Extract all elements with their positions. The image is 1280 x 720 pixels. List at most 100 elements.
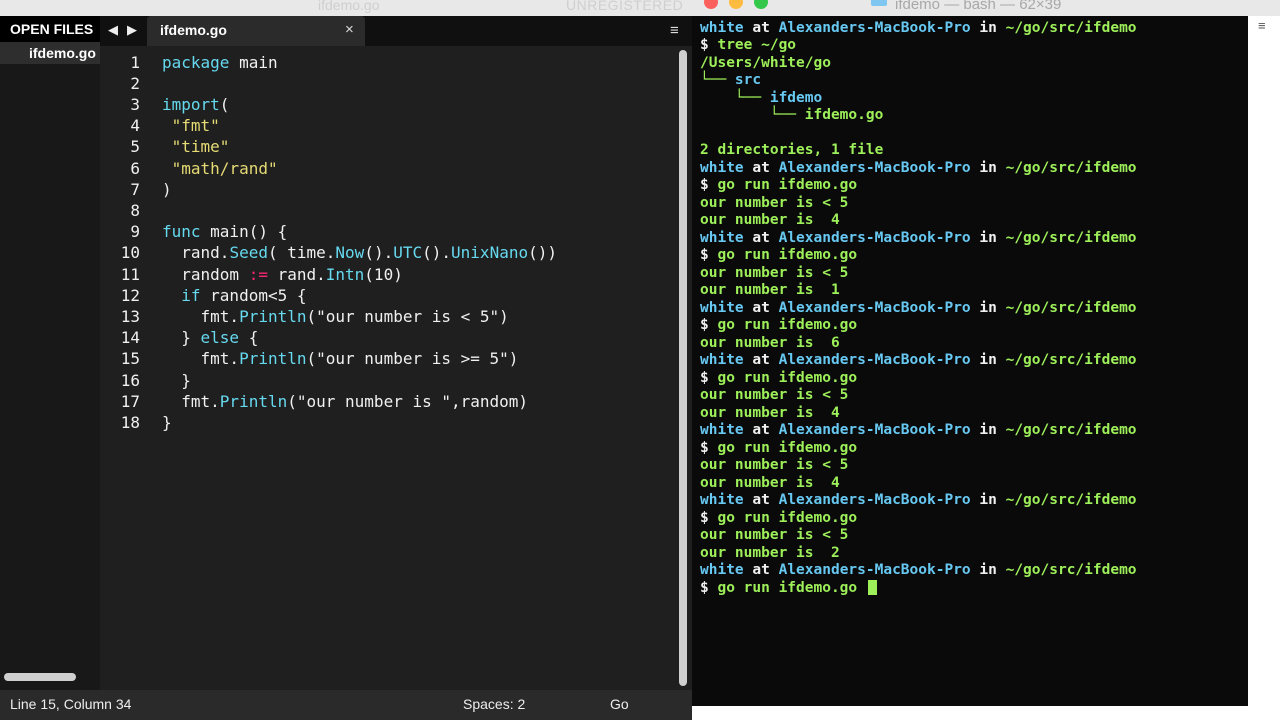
prompt-user: white [700,19,744,36]
command-text: go run ifdemo.go [717,247,858,263]
prompt-user: white [700,492,744,508]
prompt-in: in [979,19,997,36]
code-line[interactable]: fmt.Println("our number is ",random) [162,391,528,412]
terminal-cursor[interactable] [867,580,877,595]
terminal-line: our number is 6 [700,335,840,353]
indentation-setting[interactable]: Spaces: 2 [463,696,525,712]
sidebar-file-item[interactable]: ifdemo.go [0,42,100,64]
terminal-line: └── ifdemo.go [700,107,884,125]
code-line[interactable]: "time" [162,136,230,157]
code-line[interactable]: ) [162,179,172,200]
prompt-path: ~/go/src/ifdemo [1005,422,1137,438]
prompt-user: white [700,229,744,246]
code-token: (10) [364,264,403,284]
command-text: go run ifdemo.go [717,317,858,333]
code-token: (). [422,243,452,263]
command-text: go run ifdemo.go [717,509,858,526]
terminal-title: ifdemo — bash — 62×39 [895,0,1062,13]
terminal-line: $ go run ifdemo.go [700,370,857,388]
code-line[interactable]: package main [162,52,278,73]
nav-forward-icon[interactable]: ▶ [127,22,137,38]
code-line[interactable]: random := rand.Intn(10) [162,264,403,285]
line-number: 8 [130,200,140,220]
code-line[interactable]: if random<5 { [162,285,306,306]
prompt-in: in [979,352,997,368]
code-token: Seed [229,243,268,263]
prompt-host: Alexanders-MacBook-Pro [778,229,971,246]
tab-ifdemo-go[interactable]: ifdemo.go × [147,16,365,46]
prompt-user: white [700,159,744,176]
sidebar-scrollbar[interactable] [4,673,76,681]
output-text: our number is 6 [700,334,840,351]
line-number-gutter: 1 2 3 4 5 6 7 8 9 10 11 12 13 14 15 16 17 18 [100,46,156,690]
terminal-line: $ go run ifdemo.go [700,317,857,335]
unregistered-label: UNREGISTERED [566,0,684,13]
terminal-line: $ go run ifdemo.go [700,177,857,195]
terminal-line: our number is 4 [700,405,840,423]
code-token: } [162,412,172,432]
line-number: 13 [120,306,140,326]
code-line[interactable]: rand.Seed( time.Now().UTC().UnixNano()) [162,242,557,263]
nav-back-icon[interactable]: ◀ [108,22,118,38]
code-line[interactable]: } [162,370,191,391]
terminal-line: white at Alexanders-MacBook-Pro in ~/go/… [700,160,1137,178]
code-token: else [200,328,240,348]
prompt-host: Alexanders-MacBook-Pro [778,19,971,36]
code-token: } [162,328,201,348]
menu-icon[interactable]: ≡ [670,22,679,39]
code-token: import [162,94,220,114]
code-token: "time" [171,137,230,157]
code-token: ()) [528,243,557,263]
cursor-position[interactable]: Line 15, Column 34 [10,696,131,712]
code-line[interactable]: } else { [162,327,258,348]
code-line[interactable]: "math/rand" [162,158,278,179]
code-token: rand. [162,243,230,263]
prompt-in: in [979,562,997,578]
close-icon[interactable]: × [345,21,354,38]
code-line[interactable]: "fmt" [162,115,220,136]
prompt-at: at [752,562,770,578]
line-number: 5 [130,137,140,157]
terminal-line: $ go run ifdemo.go [700,580,877,598]
zoom-window-button[interactable] [754,0,768,9]
code-area[interactable]: package main import( "fmt" "time" "math/r… [156,46,676,690]
terminal-line: white at Alexanders-MacBook-Pro in ~/go/… [700,230,1137,248]
code-token: ) [162,179,172,199]
prompt-path: ~/go/src/ifdemo [1005,492,1137,508]
line-number: 3 [130,94,140,114]
output-text: our number is 4 [700,212,840,228]
prompt-host: Alexanders-MacBook-Pro [778,299,971,316]
prompt-in: in [979,229,997,246]
line-number: 11 [120,264,140,284]
prompt-at: at [752,159,770,176]
code-token: Println [239,306,307,326]
code-line[interactable]: import( [162,94,229,115]
prompt-at: at [752,229,770,246]
close-window-button[interactable] [704,0,718,9]
code-line[interactable]: fmt.Println("our number is < 5") [162,306,509,327]
prompt-dollar: $ [700,37,718,53]
code-token: { [239,328,259,348]
terminal-side-strip: ≡ [1248,16,1280,720]
terminal-line: └── ifdemo [700,90,822,108]
syntax-mode[interactable]: Go [610,696,629,712]
output-text: our number is < 5 [700,387,849,403]
tab-title: ifdemo.go [160,22,227,38]
minimize-window-button[interactable] [729,0,743,9]
open-files-header: OPEN FILES [0,16,100,42]
prompt-user: white [700,562,744,578]
editor-scrollbar[interactable] [679,50,687,686]
folder-icon [871,0,887,6]
code-token: ("our number is ",random) [287,391,529,411]
terminal-output[interactable]: white at Alexanders-MacBook-Pro in ~/go/… [692,16,1248,706]
terminal-line: └── src [700,72,761,90]
prompt-path: ~/go/src/ifdemo [1005,19,1137,36]
prompt-at: at [752,422,770,438]
code-line[interactable]: } [162,412,172,433]
code-token: package [162,52,230,72]
prompt-host: Alexanders-MacBook-Pro [778,492,971,508]
menu-icon[interactable]: ≡ [1258,18,1266,33]
code-line[interactable]: fmt.Println("our number is >= 5") [162,348,519,369]
prompt-user: white [700,422,744,438]
code-line[interactable]: func main() { [162,221,287,242]
